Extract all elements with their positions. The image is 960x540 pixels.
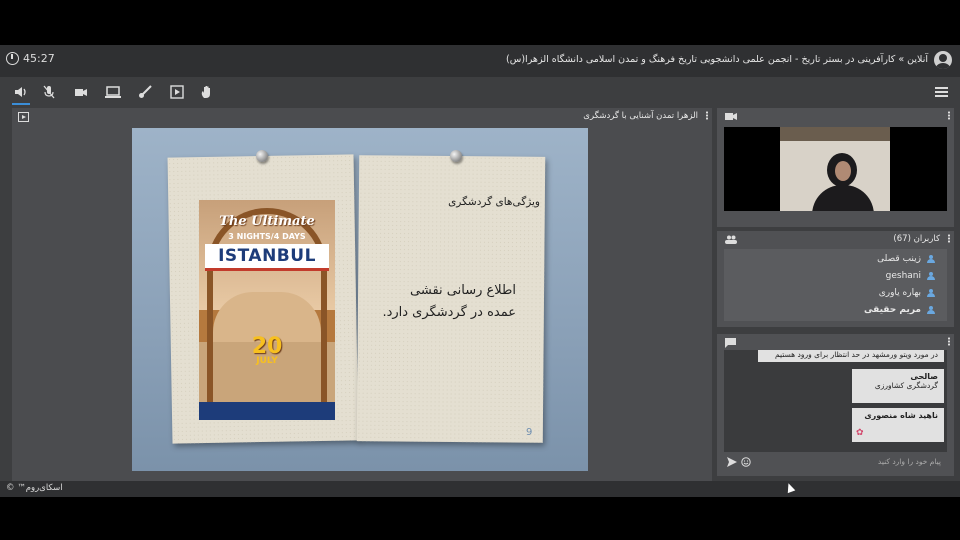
user-icon xyxy=(927,255,935,263)
app-window: 45:27 آنلاین » کارآفرینی در بستر تاریخ -… xyxy=(0,45,960,497)
chat-messages: در مورد ویتو ورمشهد در حد انتظار برای ور… xyxy=(724,350,947,452)
chat-options-icon[interactable] xyxy=(948,337,950,346)
send-icon[interactable] xyxy=(727,457,737,467)
user-icon xyxy=(927,272,935,280)
presentation-title: الزهرا تمدن آشنایی با گردشگری xyxy=(583,111,698,121)
poster-month: JULY xyxy=(256,356,278,366)
brush-icon[interactable] xyxy=(136,83,154,101)
video-options-icon[interactable] xyxy=(948,111,950,120)
message-sender: صالحی xyxy=(910,372,938,381)
istanbul-poster: The Ultimate 3 NIGHTS/4 DAYS ISTANBUL 20… xyxy=(199,200,335,420)
list-item[interactable]: بهاره یاوری xyxy=(879,288,935,298)
chat-message: در مورد ویتو ورمشهد در حد انتظار برای ور… xyxy=(758,350,944,362)
camera-icon[interactable] xyxy=(72,83,90,101)
presentation-options-icon[interactable] xyxy=(706,111,708,120)
list-item[interactable]: مریم حقیقی xyxy=(864,305,935,315)
session-timer: 45:27 xyxy=(6,52,55,65)
presentation-mode-icon[interactable] xyxy=(18,112,29,122)
poster-line2: 3 NIGHTS/4 DAYS xyxy=(228,232,306,241)
slide-body: اطلاع رسانی نقشی عمده در گردشگری دارد. xyxy=(366,280,516,324)
poster-line3: ISTANBUL xyxy=(205,244,329,271)
users-title: کاربران (67) xyxy=(893,234,940,244)
flower-emoji-icon: ✿ xyxy=(856,428,864,438)
bottom-bar: اسکای‌روم™ © xyxy=(0,481,960,497)
pin-icon xyxy=(256,150,268,162)
chat-icon xyxy=(725,338,736,348)
chat-message: صالحی گردشگری کشاورزی xyxy=(852,369,944,403)
user-icon xyxy=(927,306,935,314)
screen-share-icon[interactable] xyxy=(104,83,122,101)
slide-heading: ویژگی‌های گردشگری xyxy=(448,196,540,208)
clock-icon xyxy=(6,52,19,65)
user-icon xyxy=(927,289,935,297)
chat-input[interactable]: پیام خود را وارد کنید xyxy=(724,454,947,470)
poster-line1: The Ultimate xyxy=(219,214,315,229)
brand-footer: اسکای‌روم™ © xyxy=(6,483,63,493)
slide-page-number: 9 xyxy=(526,427,533,438)
users-icon xyxy=(725,235,737,244)
message-text: گردشگری کشاورزی xyxy=(874,381,938,390)
webcam-feed xyxy=(724,127,947,211)
pin-icon xyxy=(450,150,462,162)
users-panel: کاربران (67) زینب قصلی geshani بهاره یاو… xyxy=(717,231,954,327)
slide-body-line2: عمده در گردشگری دارد. xyxy=(382,305,516,320)
chat-placeholder: پیام خود را وارد کنید xyxy=(877,457,941,466)
mic-muted-icon[interactable] xyxy=(40,83,58,101)
top-bar: 45:27 آنلاین » کارآفرینی در بستر تاریخ -… xyxy=(0,45,960,77)
slide: The Ultimate 3 NIGHTS/4 DAYS ISTANBUL 20… xyxy=(132,128,588,471)
chat-panel: در مورد ویتو ورمشهد در حد انتظار برای ور… xyxy=(717,334,954,476)
speaker-icon[interactable] xyxy=(12,83,30,105)
menu-icon[interactable] xyxy=(935,87,948,97)
camera-icon xyxy=(725,113,737,120)
room-title: آنلاین » کارآفرینی در بستر تاریخ - انجمن… xyxy=(506,54,928,65)
slide-body-line1: اطلاع رسانی نقشی xyxy=(410,283,516,298)
users-list: زینب قصلی geshani بهاره یاوری مریم حقیقی xyxy=(724,249,947,321)
message-sender: ناهید شاه منصوری xyxy=(864,411,938,420)
raise-hand-icon[interactable] xyxy=(198,83,216,101)
profile-icon[interactable] xyxy=(934,51,952,69)
chat-message: ناهید شاه منصوری ✿ xyxy=(852,408,944,442)
video-panel xyxy=(717,108,954,227)
media-icon[interactable] xyxy=(168,83,186,101)
presentation-panel: الزهرا تمدن آشنایی با گردشگری The Ultima… xyxy=(12,108,712,482)
timer-text: 45:27 xyxy=(23,52,55,65)
list-item[interactable]: زینب قصلی xyxy=(877,254,935,264)
emoji-icon[interactable] xyxy=(741,457,751,467)
list-item[interactable]: geshani xyxy=(886,271,935,281)
users-options-icon[interactable] xyxy=(948,234,950,243)
toolbar xyxy=(0,77,960,107)
